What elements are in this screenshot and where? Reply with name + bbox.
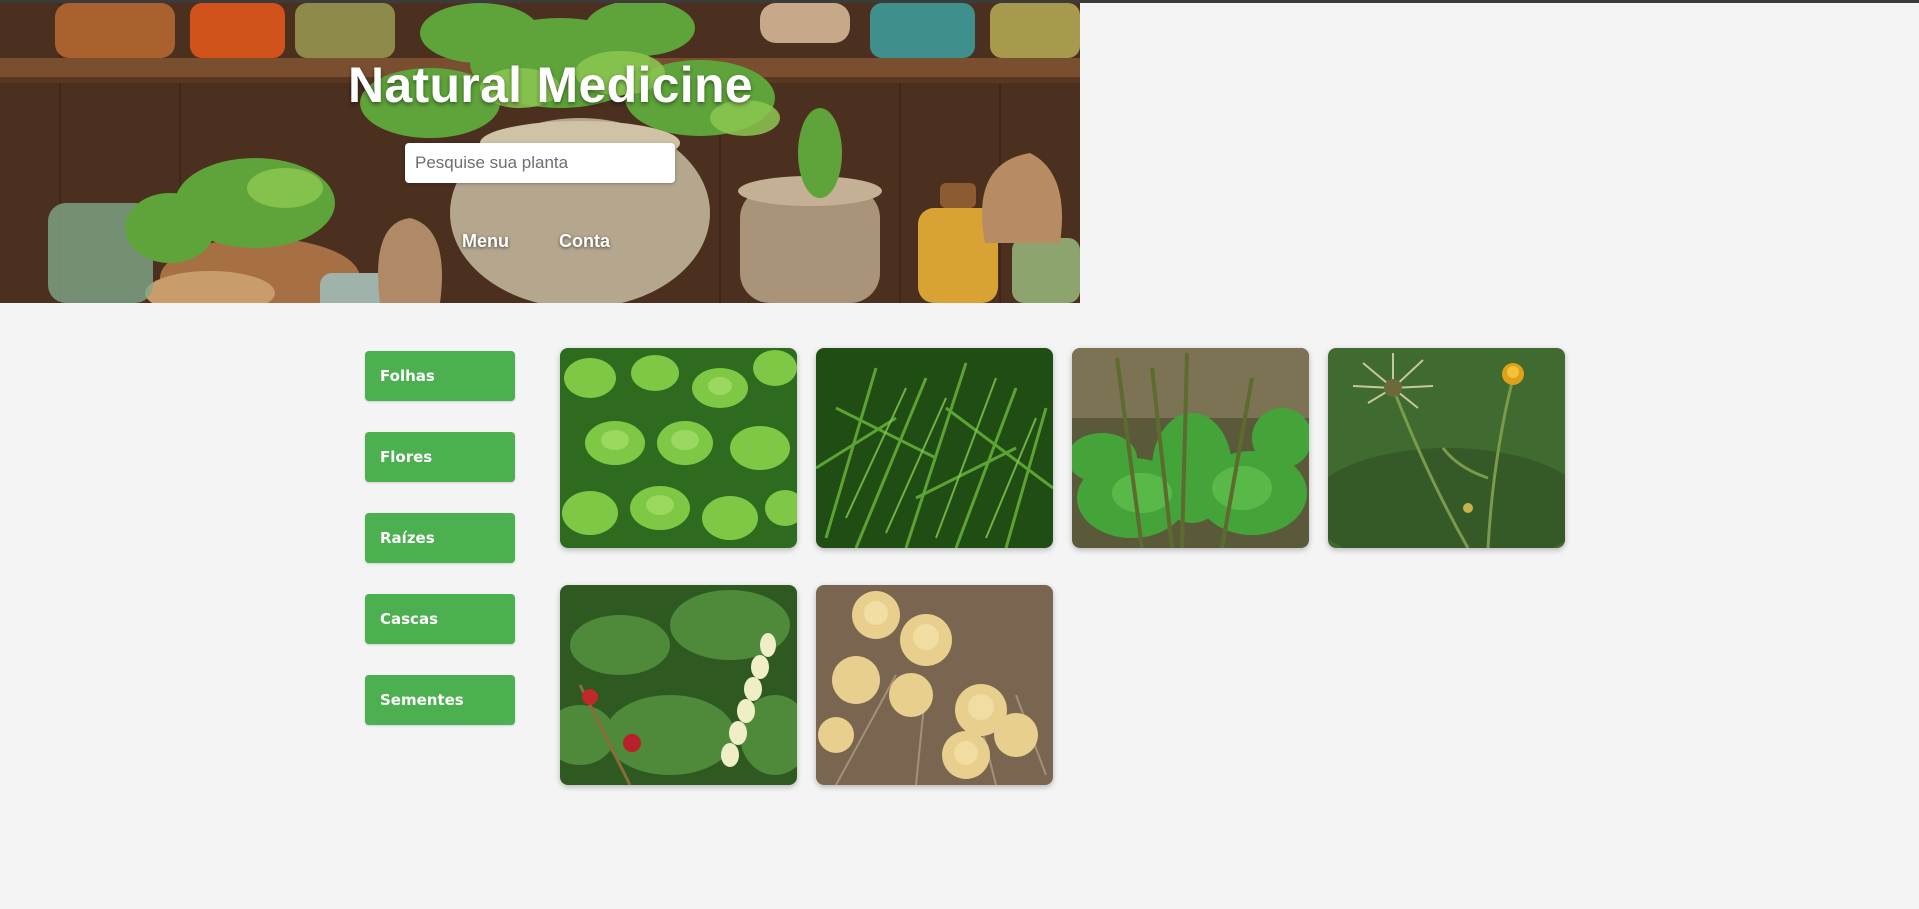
yellow-blossom-image [816,585,1053,785]
main-nav: Menu Conta [462,231,610,252]
category-button-flores[interactable]: Flores [365,432,515,482]
search-input[interactable] [405,143,675,183]
plant-card[interactable] [560,585,797,785]
plant-card[interactable] [1328,348,1565,548]
nav-account-link[interactable]: Conta [559,231,610,252]
category-button-folhas[interactable]: Folhas [365,351,515,401]
category-button-cascas[interactable]: Cascas [365,594,515,644]
fern-foliage-image [816,348,1053,548]
spike-berry-image [560,585,797,785]
plantain-image [1072,348,1309,548]
category-button-sementes[interactable]: Sementes [365,675,515,725]
plant-card[interactable] [1072,348,1309,548]
nav-menu-link[interactable]: Menu [462,231,509,252]
category-sidebar: Folhas Flores Raízes Cascas Sementes [365,351,515,756]
mint-leaves-image [560,348,797,548]
site-title: Natural Medicine [348,57,753,113]
category-button-raizes[interactable]: Raízes [365,513,515,563]
wild-flower-image [1328,348,1565,548]
hero-header: Natural Medicine Menu Conta [0,3,1080,303]
plant-gallery [560,348,1565,785]
plant-card[interactable] [560,348,797,548]
plant-card[interactable] [816,585,1053,785]
plant-card[interactable] [816,348,1053,548]
